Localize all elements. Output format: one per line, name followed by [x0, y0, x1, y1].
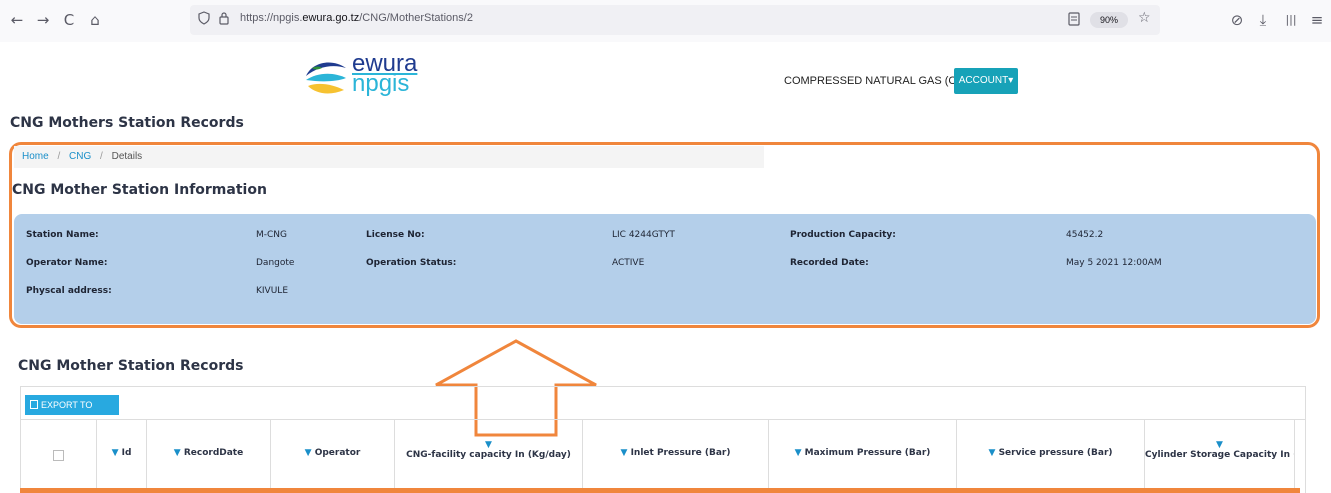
lock-icon[interactable]	[218, 11, 230, 29]
station-info-panel: Station Name: M-CNG License No: LIC 4244…	[14, 214, 1316, 324]
reader-view-icon[interactable]	[1068, 12, 1080, 30]
site-logo[interactable]: ewura npgis	[302, 50, 422, 100]
breadcrumb-separator: /	[100, 151, 103, 162]
address-value: KIVULE	[256, 286, 289, 296]
breadcrumb-home[interactable]: Home	[22, 151, 49, 162]
back-icon[interactable]: ←	[6, 9, 28, 31]
breadcrumb-separator: /	[57, 151, 61, 162]
url-bar[interactable]: https://npgis.ewura.go.tz/CNG/MotherStat…	[190, 5, 1160, 35]
filter-icon[interactable]: ▼	[395, 440, 582, 450]
address-label: Physcal address:	[26, 286, 112, 296]
url-text[interactable]: https://npgis.ewura.go.tz/CNG/MotherStat…	[240, 12, 473, 24]
browser-toolbar: ← → C ⌂ https://npgis.ewura.go.tz/CNG/Mo…	[0, 0, 1331, 42]
excel-icon	[30, 400, 38, 409]
records-grid: EXPORT TO EXCEL ▼ Id ▼ RecordDate ▼ Oper…	[20, 386, 1306, 493]
column-header-id[interactable]: ▼ Id	[97, 420, 147, 490]
breadcrumb-details: Details	[111, 151, 143, 162]
column-label: CNG-facility capacity In (Kg/day)	[406, 450, 571, 460]
reload-icon[interactable]: C	[58, 9, 80, 31]
filter-icon[interactable]: ▼	[305, 448, 312, 458]
grid-row-highlight	[20, 488, 1300, 493]
logo-swoosh-icon	[306, 62, 346, 94]
info-section-title: CNG Mother Station Information	[12, 182, 267, 198]
station-name-label: Station Name:	[26, 230, 99, 240]
filter-icon[interactable]: ▼	[621, 448, 628, 458]
grid-header-row: ▼ Id ▼ RecordDate ▼ Operator ▼ CNG-facil…	[21, 419, 1305, 490]
status-value: ACTIVE	[612, 258, 645, 268]
column-header-maximum-pressure[interactable]: ▼ Maximum Pressure (Bar)	[769, 420, 957, 490]
license-value: LIC 4244GTYT	[612, 230, 675, 240]
records-section-title: CNG Mother Station Records	[18, 358, 244, 374]
column-label: Service pressure (Bar)	[998, 448, 1113, 458]
account-button[interactable]: ACCOUNT▾	[954, 68, 1018, 94]
menu-icon[interactable]: ≡	[1306, 9, 1328, 31]
column-label: Inlet Pressure (Bar)	[630, 448, 731, 458]
forward-icon[interactable]: →	[32, 9, 54, 31]
export-excel-button[interactable]: EXPORT TO EXCEL	[25, 395, 119, 430]
capacity-value: 45452.2	[1066, 230, 1104, 240]
logo-text-npgis: npgis	[352, 70, 410, 97]
filter-icon[interactable]: ▼	[795, 448, 802, 458]
nav-cng-link[interactable]: COMPRESSED NATURAL GAS (CNG)	[784, 75, 977, 87]
capacity-label: Production Capacity:	[790, 230, 896, 240]
filter-icon[interactable]: ▼	[989, 448, 996, 458]
column-header-operator[interactable]: ▼ Operator	[271, 420, 395, 490]
filter-icon[interactable]: ▼	[112, 448, 119, 458]
download-icon[interactable]: ⤓	[1252, 9, 1274, 31]
zoom-level[interactable]: 90%	[1090, 12, 1128, 28]
column-label: Cylinder Storage Capacity In (K	[1145, 450, 1295, 460]
home-icon[interactable]: ⌂	[84, 9, 106, 31]
column-header-facility-capacity[interactable]: ▼ CNG-facility capacity In (Kg/day)	[395, 420, 583, 490]
license-label: License No:	[366, 230, 425, 240]
status-label: Operation Status:	[366, 258, 457, 268]
filter-icon[interactable]: ▼	[1145, 440, 1294, 450]
column-label: RecordDate	[183, 448, 244, 458]
shield-icon[interactable]	[198, 11, 210, 29]
select-all-checkbox[interactable]	[53, 450, 64, 461]
operator-label: Operator Name:	[26, 258, 108, 268]
column-label: Id	[121, 448, 132, 458]
select-all-column	[21, 420, 97, 490]
column-header-recorddate[interactable]: ▼ RecordDate	[147, 420, 271, 490]
breadcrumb-cng[interactable]: CNG	[69, 151, 91, 162]
operator-value: Dangote	[256, 258, 295, 268]
column-label: Operator	[314, 448, 361, 458]
recorded-date-value: May 5 2021 12:00AM	[1066, 258, 1162, 268]
pocket-icon[interactable]: ⊘	[1226, 9, 1248, 31]
column-label: Maximum Pressure (Bar)	[804, 448, 931, 458]
column-header-cylinder-storage[interactable]: ▼ Cylinder Storage Capacity In (K	[1145, 420, 1295, 490]
station-name-value: M-CNG	[256, 230, 288, 240]
recorded-date-label: Recorded Date:	[790, 258, 869, 268]
library-icon[interactable]: |||	[1280, 9, 1302, 31]
bookmark-star-icon[interactable]: ☆	[1138, 10, 1151, 26]
filter-icon[interactable]: ▼	[174, 448, 181, 458]
column-header-inlet-pressure[interactable]: ▼ Inlet Pressure (Bar)	[583, 420, 769, 490]
column-header-service-pressure[interactable]: ▼ Service pressure (Bar)	[957, 420, 1145, 490]
page-title: CNG Mothers Station Records	[10, 115, 244, 131]
breadcrumb: Home / CNG / Details	[14, 146, 764, 168]
